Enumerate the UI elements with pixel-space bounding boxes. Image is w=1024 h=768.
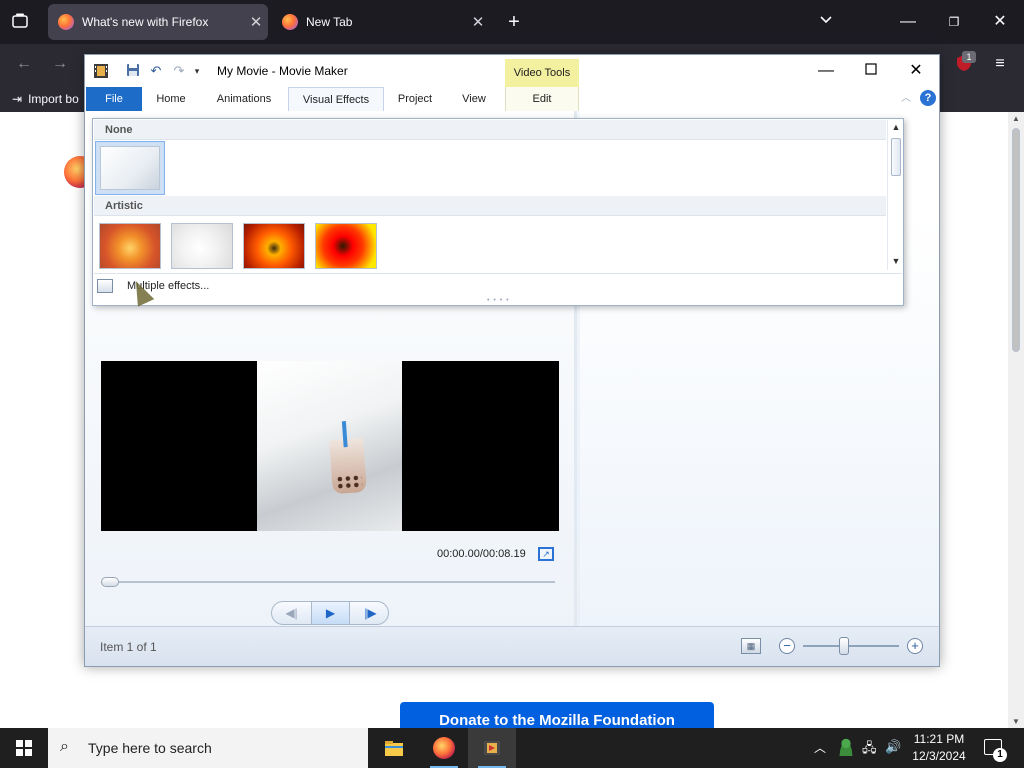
status-bar: Item 1 of 1 ▦ − + [85,626,939,666]
effect-artistic-3-thumbnail[interactable] [243,223,305,269]
tab-animations[interactable]: Animations [203,87,285,111]
network-icon[interactable]: 🖧 [862,739,877,761]
resize-grip-icon[interactable]: • • • • [487,297,510,304]
import-bookmarks-label: Import bo [28,92,79,106]
gallery-heading-artistic: Artistic [94,196,886,216]
taskbar-movie-maker[interactable] [468,728,516,768]
scroll-up-icon[interactable]: ▲ [1008,114,1024,123]
import-bookmarks-button[interactable]: ⇥ Import bo [12,92,79,106]
windows-logo-icon [16,740,32,756]
zoom-slider-thumb[interactable] [839,637,849,655]
tab-file[interactable]: File [86,87,142,111]
play-icon[interactable]: ▶ [311,602,350,624]
gallery-scrollbar[interactable]: ▲ ▼ [887,120,903,270]
firefox-icon [433,737,455,759]
tab-project[interactable]: Project [387,87,443,111]
tab-title: New Tab [306,15,353,29]
close-icon[interactable]: ✕ [893,59,939,83]
movie-maker-app-icon[interactable] [93,63,109,79]
page-scrollbar[interactable]: ▲ ▼ [1008,112,1024,728]
scroll-down-icon[interactable]: ▼ [1008,717,1024,726]
window-title: My Movie - Movie Maker [217,64,348,78]
firefox-tab-bar: What's new with Firefox ✕ New Tab ✕ + — … [0,0,1024,44]
menu-icon[interactable]: ≡ [988,54,1012,74]
seek-thumb[interactable] [101,577,119,587]
tab-new-tab[interactable]: New Tab ✕ [272,4,490,40]
save-icon[interactable] [125,63,141,79]
playback-controls: ◀| ▶ |▶ [271,601,389,625]
movie-maker-icon [484,741,500,755]
chevron-down-icon[interactable] [814,12,838,32]
firefox-favicon-icon [58,14,74,30]
customize-toolbar-icon[interactable]: ▾ [189,63,205,79]
new-tab-icon[interactable]: + [502,12,526,32]
zoom-slider[interactable] [803,645,899,647]
close-tab-icon[interactable]: ✕ [244,13,268,31]
multiple-effects-icon [97,279,113,293]
zoom-in-icon[interactable]: + [907,638,923,654]
clock-time[interactable]: 11:21 PM [906,732,972,746]
show-hidden-icons-icon[interactable]: ︿ [814,739,826,756]
minimize-icon[interactable]: — [896,12,920,32]
maximize-icon[interactable] [848,59,894,83]
firefox-favicon-icon [282,14,298,30]
undo-icon[interactable]: ↶ [148,63,164,79]
title-bar: ↶ ↷ ▾ My Movie - Movie Maker Video Tools… [85,55,939,109]
back-icon[interactable]: ← [12,54,36,74]
scroll-up-icon[interactable]: ▲ [888,122,904,132]
thumbnail-view-icon[interactable]: ▦ [741,638,761,654]
list-all-tabs-icon[interactable] [8,12,32,32]
effect-artistic-4-thumbnail[interactable] [315,223,377,269]
people-icon[interactable] [838,738,854,756]
notification-count: 1 [993,748,1007,762]
volume-icon[interactable]: 🔊 [885,739,901,755]
close-tab-icon[interactable]: ✕ [466,13,490,31]
search-icon: ⌕ [60,738,69,755]
tab-view[interactable]: View [449,87,499,111]
status-item-count: Item 1 of 1 [100,640,157,654]
search-placeholder: Type here to search [88,740,212,756]
video-frame-image [257,361,402,531]
close-window-icon[interactable]: ✕ [988,12,1012,32]
restore-icon[interactable]: ❐ [942,12,966,32]
redo-icon[interactable]: ↷ [171,63,187,79]
taskbar-firefox[interactable] [420,728,468,768]
effect-artistic-1-thumbnail[interactable] [99,223,161,269]
tab-visual-effects[interactable]: Visual Effects [288,87,384,111]
windows-taskbar: ⌕ Type here to search ︿ 🖧 🔊 11:21 PM 12/… [0,728,1024,768]
zoom-out-icon[interactable]: − [779,638,795,654]
timecode: 00:00.00/00:08.19 [437,548,526,560]
scroll-down-icon[interactable]: ▼ [888,256,904,266]
import-icon: ⇥ [12,92,23,106]
effect-artistic-2-thumbnail[interactable] [171,223,233,269]
tab-title: What's new with Firefox [82,15,209,29]
next-frame-icon[interactable]: |▶ [351,602,388,624]
minimize-icon[interactable]: — [803,59,849,83]
fullscreen-icon[interactable]: ↗ [538,547,554,561]
forward-icon[interactable]: → [48,54,72,74]
taskbar-file-explorer[interactable] [370,728,418,768]
start-button[interactable] [0,728,48,768]
effect-none-thumbnail[interactable] [95,141,165,195]
multiple-effects-button[interactable]: Multiple effects... [94,273,902,297]
folder-icon [385,741,403,756]
taskbar-search[interactable]: ⌕ Type here to search [48,728,368,768]
gallery-scroll-thumb[interactable] [891,138,901,176]
video-tools-label: Video Tools [513,67,571,79]
visual-effects-gallery: None Artistic ▲ ▼ Multiple effects... • … [92,118,904,306]
previous-frame-icon[interactable]: ◀| [272,602,311,624]
tab-home[interactable]: Home [145,87,197,111]
bubble-tea-image [329,421,367,495]
tab-whats-new[interactable]: What's new with Firefox ✕ [48,4,268,40]
gallery-heading-none: None [94,120,886,140]
scrollbar-thumb[interactable] [1012,128,1020,352]
collapse-ribbon-icon[interactable]: ︿ [901,89,911,104]
extension-badge: 1 [962,51,976,63]
video-preview[interactable] [101,361,559,531]
clock-date[interactable]: 12/3/2024 [906,749,972,763]
seek-bar[interactable] [101,581,555,583]
help-icon[interactable]: ? [920,90,936,106]
donate-button[interactable]: Donate to the Mozilla Foundation [400,702,714,730]
tab-edit[interactable]: Edit [505,87,579,111]
